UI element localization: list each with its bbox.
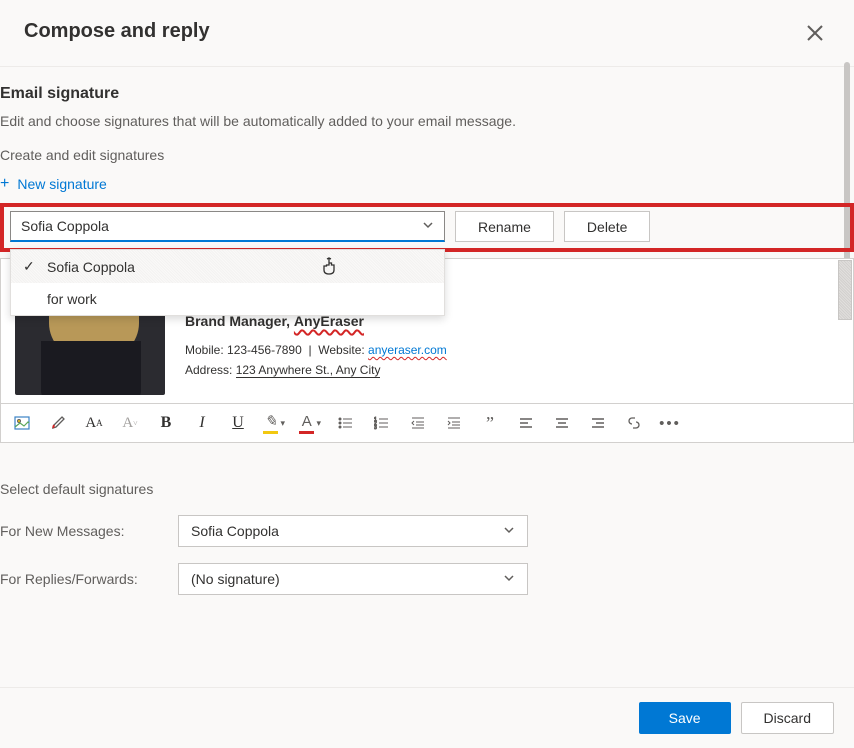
footer-bar: Save Discard: [0, 687, 854, 748]
image-icon: [14, 415, 30, 431]
italic-button[interactable]: I: [191, 412, 213, 434]
editor-toolbar: AA A˅ B I U ✎▾ A▾ 123 ”: [0, 404, 854, 443]
replies-forwards-value: (No signature): [191, 571, 280, 587]
format-painter-button[interactable]: [47, 412, 69, 434]
rename-button[interactable]: Rename: [455, 211, 554, 242]
new-signature-label: New signature: [17, 176, 107, 192]
checkmark-icon: ✓: [23, 258, 37, 275]
plus-icon: +: [0, 175, 9, 193]
signature-dropdown-menu: ✓ Sofia Coppola for work: [10, 249, 445, 316]
align-right-button[interactable]: [587, 412, 609, 434]
new-messages-select[interactable]: Sofia Coppola: [178, 515, 528, 547]
close-icon: [806, 24, 824, 42]
align-left-icon: [518, 415, 534, 431]
chevron-down-icon: [422, 218, 434, 234]
highlight-button[interactable]: ✎▾: [263, 412, 285, 434]
signature-select-value: Sofia Coppola: [21, 218, 109, 234]
page-title: Compose and reply: [24, 20, 210, 43]
chevron-down-icon: [503, 571, 515, 587]
number-list-button[interactable]: 123: [371, 412, 393, 434]
divider-pipe: |: [308, 343, 311, 357]
create-edit-label: Create and edit signatures: [0, 147, 854, 163]
mobile-value: 123-456-7890: [227, 343, 302, 357]
section-heading: Email signature: [0, 85, 854, 103]
brush-icon: [50, 415, 66, 431]
address-value: 123 Anywhere St., Any City: [236, 363, 381, 378]
bullet-list-icon: [338, 415, 354, 431]
indent-button[interactable]: [443, 412, 465, 434]
save-button[interactable]: Save: [639, 702, 731, 734]
replies-forwards-select[interactable]: (No signature): [178, 563, 528, 595]
replies-forwards-label: For Replies/Forwards:: [0, 571, 160, 587]
bullet-list-button[interactable]: [335, 412, 357, 434]
insert-image-button[interactable]: [11, 412, 33, 434]
editor-scrollbar[interactable]: [838, 260, 852, 320]
address-label: Address:: [185, 363, 232, 377]
website-label: Website:: [318, 343, 364, 357]
align-left-button[interactable]: [515, 412, 537, 434]
new-signature-link[interactable]: + New signature: [0, 175, 854, 193]
align-center-icon: [554, 415, 570, 431]
svg-text:3: 3: [374, 425, 377, 431]
font-size-down-button[interactable]: A˅: [119, 412, 141, 434]
dropdown-option-work[interactable]: for work: [11, 283, 444, 315]
dropdown-option-sofia[interactable]: ✓ Sofia Coppola: [11, 250, 444, 283]
highlight-region: Sofia Coppola Rename Delete ✓ Sofia Copp…: [0, 203, 854, 252]
mobile-label: Mobile:: [185, 343, 224, 357]
quote-button[interactable]: ”: [479, 412, 501, 434]
font-size-up-button[interactable]: AA: [83, 412, 105, 434]
align-center-button[interactable]: [551, 412, 573, 434]
link-icon: [626, 415, 642, 431]
defaults-heading: Select default signatures: [0, 481, 854, 497]
number-list-icon: 123: [374, 415, 390, 431]
website-link[interactable]: anyeraser.com: [368, 343, 447, 357]
delete-button[interactable]: Delete: [564, 211, 650, 242]
font-color-button[interactable]: A▾: [299, 412, 321, 434]
underline-button[interactable]: U: [227, 412, 249, 434]
new-messages-label: For New Messages:: [0, 523, 160, 539]
dropdown-option-label: Sofia Coppola: [47, 259, 135, 275]
cursor-icon: [321, 256, 339, 281]
more-options-button[interactable]: •••: [659, 412, 681, 434]
insert-link-button[interactable]: [623, 412, 645, 434]
new-messages-value: Sofia Coppola: [191, 523, 279, 539]
indent-icon: [446, 415, 462, 431]
discard-button[interactable]: Discard: [741, 702, 834, 734]
signature-select[interactable]: Sofia Coppola: [10, 211, 445, 242]
close-button[interactable]: [800, 20, 830, 50]
bold-button[interactable]: B: [155, 412, 177, 434]
outdent-button[interactable]: [407, 412, 429, 434]
chevron-down-icon: [503, 523, 515, 539]
section-description: Edit and choose signatures that will be …: [0, 113, 854, 129]
align-right-icon: [590, 415, 606, 431]
outdent-icon: [410, 415, 426, 431]
dropdown-option-label: for work: [47, 291, 97, 307]
